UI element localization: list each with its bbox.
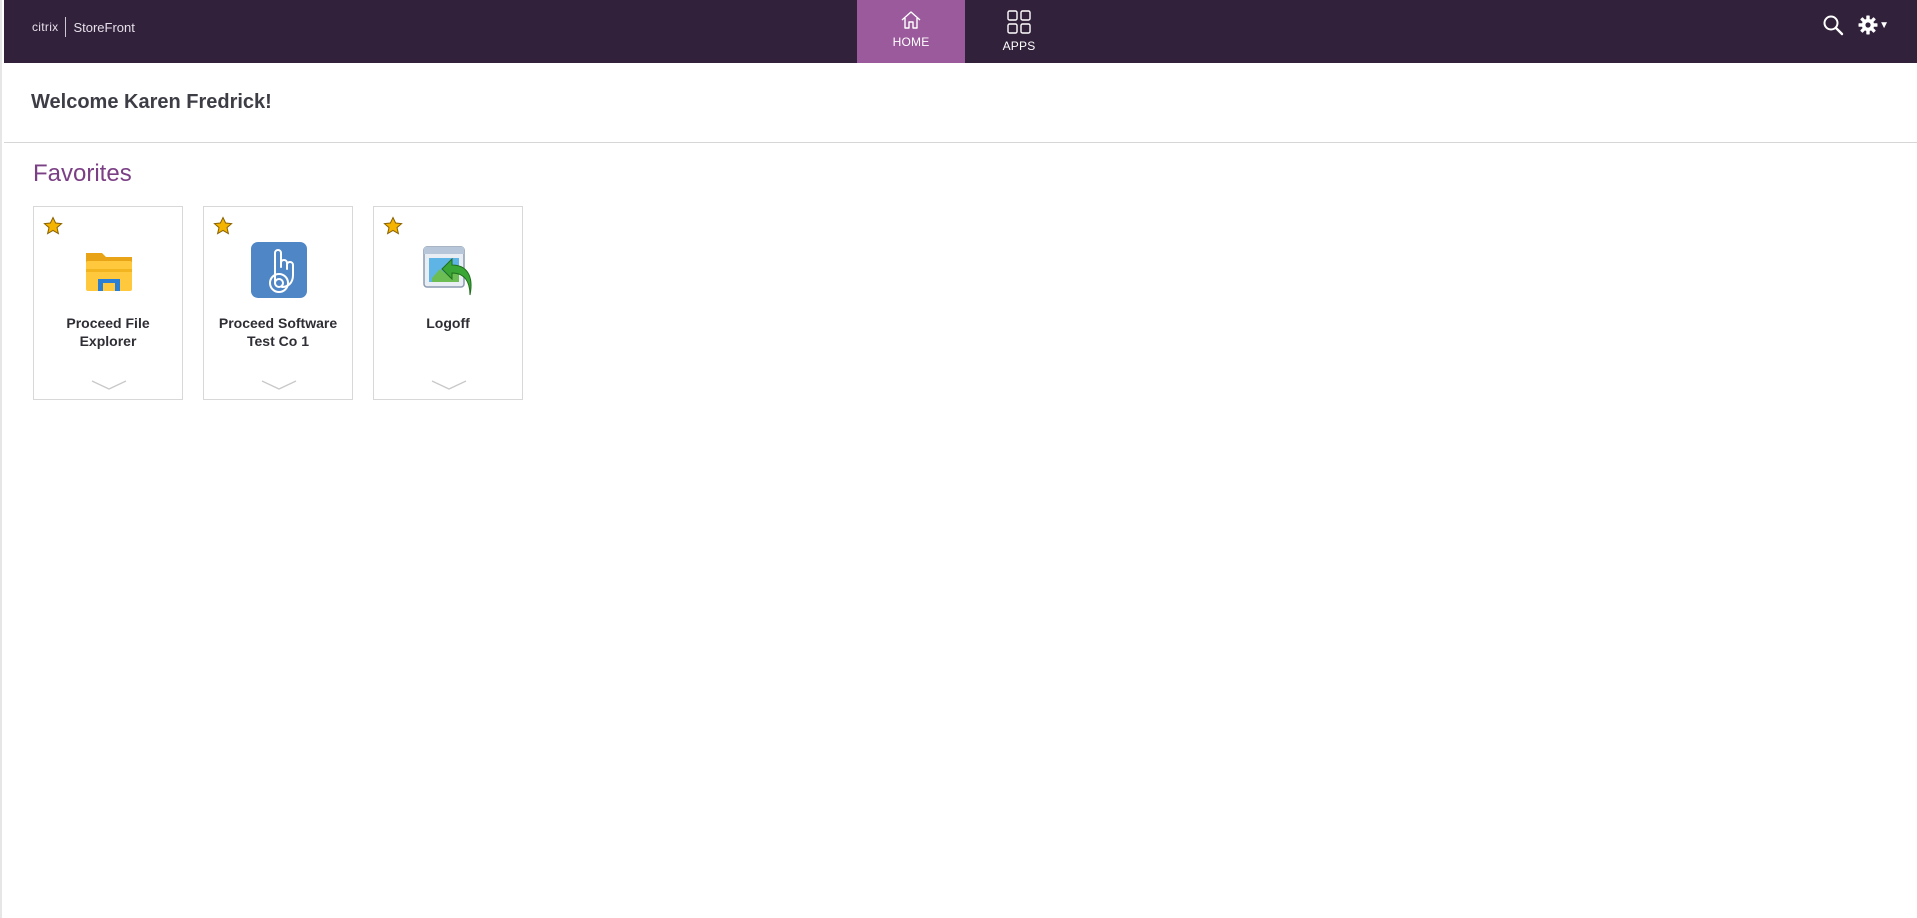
app-name: Proceed File Explorer [66,315,150,349]
apps-grid-icon [1007,10,1031,34]
brand-logo: citrix StoreFront [32,17,135,37]
settings-button[interactable]: ▼ [1858,15,1889,35]
brand-divider [65,17,67,37]
tab-home[interactable]: HOME [857,0,965,63]
favorite-star-icon[interactable] [383,216,403,236]
gear-icon [1858,15,1878,35]
folder-icon [86,253,132,291]
favorites-list: Proceed File Explorer Proceed Software T… [33,206,523,400]
storefront-window: citrix StoreFront HOME APPS ▼ Welcome Ka… [0,0,1917,918]
chevron-down-icon[interactable] [431,379,467,391]
brand-product: StoreFront [73,19,135,35]
tab-apps[interactable]: APPS [965,0,1073,63]
top-navigation-bar: citrix StoreFront HOME APPS ▼ [4,0,1917,63]
search-icon [1823,15,1844,36]
chevron-down-icon[interactable] [91,379,127,391]
touch-hand-icon [251,242,307,298]
tab-home-label: HOME [892,35,930,49]
brand-company: citrix [32,20,59,34]
favorite-star-icon[interactable] [213,216,233,236]
logoff-icon [423,246,472,296]
app-name: Proceed Software Test Co 1 [218,315,338,349]
app-tile-logoff[interactable]: Logoff [373,206,523,400]
app-tile-file-explorer[interactable]: Proceed File Explorer [33,206,183,400]
welcome-bar: Welcome Karen Fredrick! [4,63,1917,143]
favorites-title: Favorites [33,160,132,187]
search-button[interactable] [1822,14,1844,36]
tab-apps-label: APPS [1002,39,1036,53]
app-name: Logoff [426,315,470,331]
main-tabs: HOME APPS [857,0,1073,63]
welcome-message: Welcome Karen Fredrick! [31,91,272,113]
favorite-star-icon[interactable] [43,216,63,236]
app-tile-software-test-co[interactable]: Proceed Software Test Co 1 [203,206,353,400]
settings-caret-icon: ▼ [1879,19,1889,31]
header-tools: ▼ [1822,14,1889,36]
home-icon [901,11,921,29]
chevron-down-icon[interactable] [261,379,297,391]
